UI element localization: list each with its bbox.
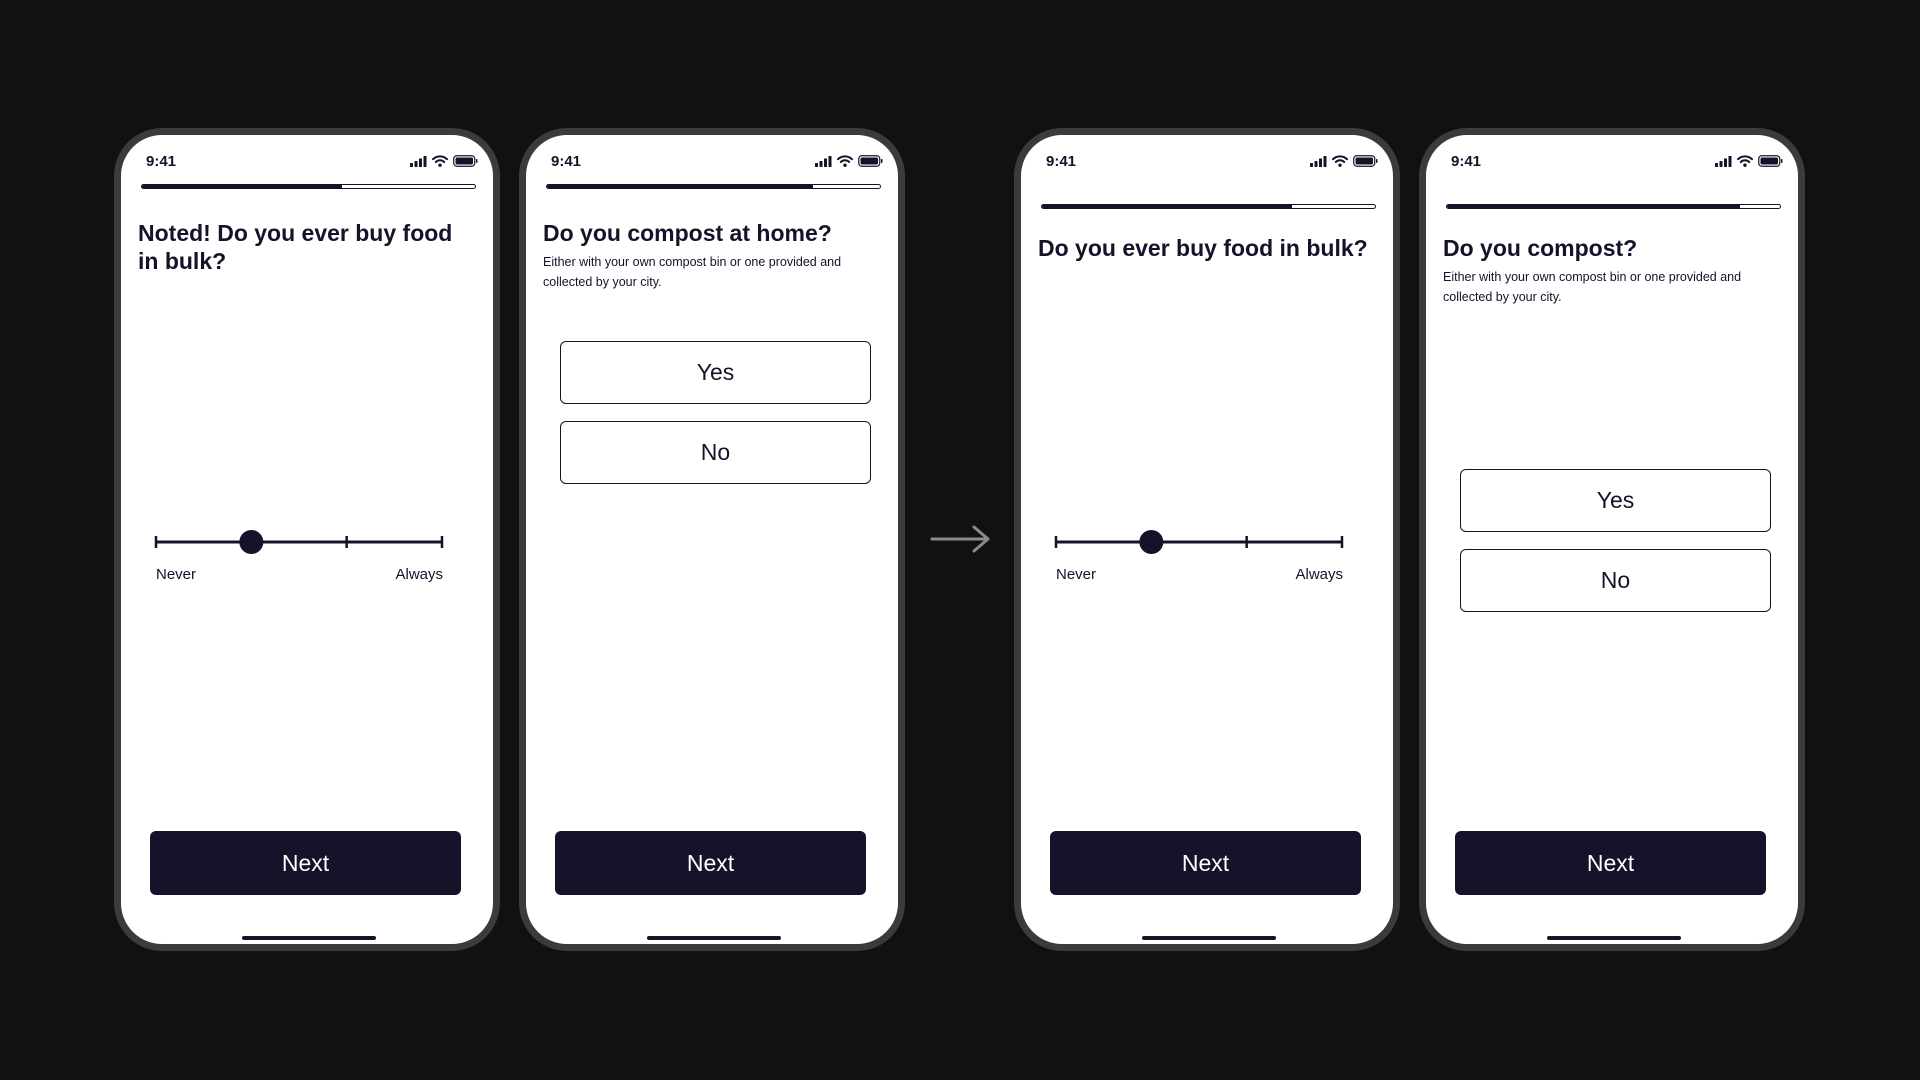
progress-fill — [1042, 205, 1292, 208]
option-no-button[interactable]: No — [1460, 549, 1771, 612]
option-yes-button[interactable]: Yes — [1460, 469, 1771, 532]
next-button[interactable]: Next — [1050, 831, 1361, 895]
status-icons — [815, 155, 883, 167]
cellular-signal-icon — [410, 156, 427, 167]
progress-bar — [546, 184, 881, 189]
question-title: Do you ever buy food in bulk? — [1038, 235, 1368, 261]
status-time: 9:41 — [1046, 153, 1077, 170]
progress-fill — [1447, 205, 1741, 208]
question-title: Do you compost at home? — [543, 220, 832, 246]
battery-icon — [453, 155, 478, 167]
question-title: Noted! Do you ever buy food in bulk? — [138, 220, 453, 274]
option-no-button[interactable]: No — [560, 421, 871, 484]
wifi-icon — [432, 155, 448, 167]
option-no-label: No — [1600, 567, 1631, 593]
frequency-slider[interactable]: Never Always — [154, 522, 444, 583]
next-button[interactable]: Next — [555, 831, 866, 895]
slider-track[interactable] — [154, 522, 444, 562]
slider-min-label: Never — [156, 566, 197, 583]
frequency-slider[interactable]: Never Always — [1054, 522, 1344, 583]
wifi-icon — [1737, 155, 1753, 167]
option-yes-button[interactable]: Yes — [560, 341, 871, 404]
slider-knob[interactable] — [239, 530, 264, 554]
cellular-signal-icon — [1310, 156, 1327, 167]
status-time: 9:41 — [146, 153, 177, 170]
arrow-right-icon — [930, 525, 990, 553]
home-indicator — [242, 936, 376, 940]
progress-fill — [142, 185, 342, 188]
wifi-icon — [1332, 155, 1348, 167]
status-time: 9:41 — [1451, 153, 1482, 170]
status-time: 9:41 — [551, 153, 582, 170]
progress-fill — [547, 185, 814, 188]
status-icons — [1310, 155, 1378, 167]
question-subtitle: Either with your own compost bin or one … — [1443, 270, 1742, 304]
question-title: Do you compost? — [1443, 235, 1638, 261]
home-indicator — [647, 936, 781, 940]
question-subtitle: Either with your own compost bin or one … — [543, 255, 842, 289]
slider-min-label: Never — [1056, 566, 1097, 583]
slider-max-label: Always — [1295, 566, 1343, 583]
phone-screen-bulk-food-v1: 9:41 Noted! Do you ever buy food in bulk… — [114, 128, 500, 951]
slider-knob[interactable] — [1139, 530, 1164, 554]
home-indicator — [1142, 936, 1276, 940]
cellular-signal-icon — [815, 156, 832, 167]
battery-icon — [858, 155, 883, 167]
next-button[interactable]: Next — [150, 831, 461, 895]
wifi-icon — [837, 155, 853, 167]
slider-track[interactable] — [1054, 522, 1344, 562]
status-icons — [410, 155, 478, 167]
option-no-label: No — [700, 439, 731, 465]
option-yes-label: Yes — [1596, 487, 1635, 513]
home-indicator — [1547, 936, 1681, 940]
phone-screen-compost-v2: 9:41 Do you compost? Either with your ow… — [1419, 128, 1805, 951]
cellular-signal-icon — [1715, 156, 1732, 167]
option-yes-label: Yes — [696, 359, 735, 385]
progress-bar — [1446, 204, 1781, 209]
progress-bar — [1041, 204, 1376, 209]
phone-screen-bulk-food-v2: 9:41 Do you ever buy food in bulk? Never… — [1014, 128, 1400, 951]
battery-icon — [1353, 155, 1378, 167]
progress-bar — [141, 184, 476, 189]
next-button[interactable]: Next — [1455, 831, 1766, 895]
status-icons — [1715, 155, 1783, 167]
battery-icon — [1758, 155, 1783, 167]
slider-max-label: Always — [395, 566, 443, 583]
phone-screen-compost-v1: 9:41 Do you compost at home? Either with… — [519, 128, 905, 951]
